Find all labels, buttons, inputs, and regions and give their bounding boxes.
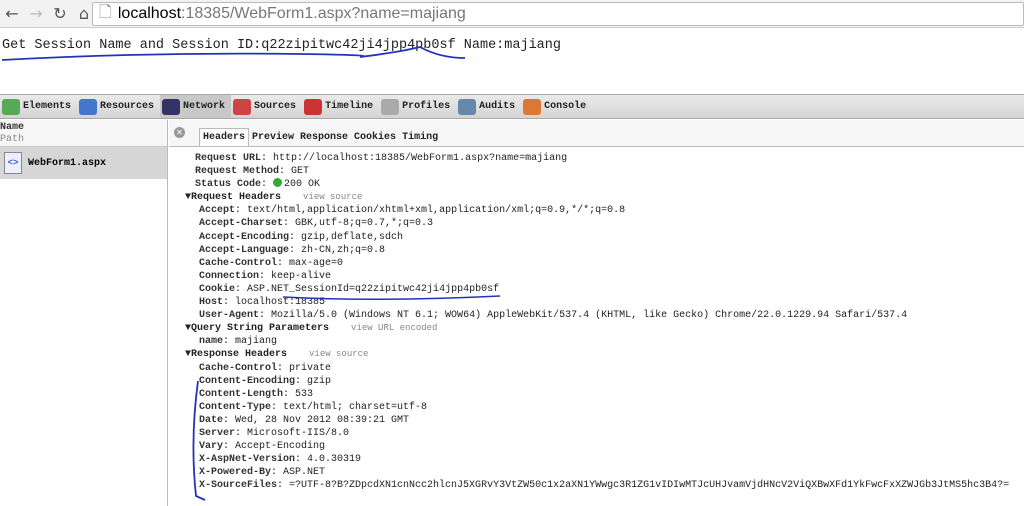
header-row: Cache-Control: private (199, 362, 332, 374)
header-row: Cache-Control: max-age=0 (199, 257, 344, 269)
header-row: Accept-Language: zh-CN,zh;q=0.8 (199, 244, 386, 256)
view-source-link[interactable]: view source (303, 192, 362, 202)
header-row: Content-Type: text/html; charset=utf-8 (199, 401, 428, 413)
tool-network[interactable]: Network (160, 95, 232, 118)
header-row: Request URL: http://localhost:18385/WebF… (195, 153, 568, 164)
header-row: Accept-Encoding: gzip,deflate,sdch (199, 231, 404, 243)
path-column-header[interactable]: Path (0, 134, 167, 146)
reload-icon[interactable]: ↻ (48, 4, 72, 23)
response-headers-section[interactable]: ▼Response Headers view source (169, 348, 1009, 361)
audits-icon (458, 98, 477, 115)
header-row: Connection: keep-alive (199, 270, 332, 282)
forward-icon[interactable]: → (24, 4, 48, 23)
elements-icon (2, 98, 20, 115)
network-icon (162, 98, 181, 115)
tab-response[interactable]: Response (297, 129, 351, 146)
header-row: Cookie: ASP.NET_SessionId=q22zipitwc42ji… (199, 283, 500, 295)
tab-cookies[interactable]: Cookies (351, 129, 399, 146)
header-row: Accept-Charset: GBK,utf-8;q=0.7,*;q=0.3 (199, 218, 434, 230)
header-row: User-Agent: Mozilla/5.0 (Windows NT 6.1;… (199, 310, 908, 322)
header-row: Content-Encoding: gzip (199, 375, 332, 387)
header-row: name: majiang (199, 336, 278, 348)
tab-timing[interactable]: Timing (399, 129, 441, 146)
tool-audits[interactable]: Audits (456, 95, 521, 118)
browser-toolbar: ← → ↻ ⌂ 🗋 localhost:18385/WebForm1.aspx?n… (0, 0, 1024, 28)
resources-icon (79, 98, 98, 115)
header-row: Host: localhost:18385 (199, 297, 326, 309)
tab-preview[interactable]: Preview (249, 129, 297, 146)
header-row: Accept: text/html,application/xhtml+xml,… (199, 205, 626, 217)
header-row: X-SourceFiles: =?UTF-8?B?ZDpcdXN1cnNcc2h… (199, 480, 1010, 492)
request-row[interactable]: <> WebForm1.aspx (0, 147, 167, 179)
header-row: Server: Microsoft-IIS/8.0 (199, 427, 350, 439)
html-file-icon: <> (4, 152, 22, 174)
back-icon[interactable]: ← (0, 4, 24, 23)
header-row: X-AspNet-Version: 4.0.30319 (199, 454, 362, 466)
tool-timeline[interactable]: Timeline (302, 95, 379, 118)
page-content: Get Session Name and Session ID:q22zipit… (2, 38, 561, 53)
view-source-link[interactable]: view source (309, 349, 368, 359)
tool-sources[interactable]: Sources (231, 95, 302, 118)
address-bar[interactable]: 🗋 localhost:18385/WebForm1.aspx?name=maji… (92, 2, 1024, 26)
tool-console[interactable]: Console (521, 95, 592, 118)
name-column-header[interactable]: Name (0, 122, 167, 134)
view-url-encoded-link[interactable]: view URL encoded (351, 323, 437, 333)
network-request-list: Name Path <> WebForm1.aspx (0, 120, 168, 506)
header-row: Request Method: GET (195, 166, 310, 178)
sources-icon (233, 98, 252, 115)
status-ok-icon (273, 178, 283, 188)
request-details: ✕ Headers Preview Response Cookies Timing Req… (169, 120, 1024, 506)
header-row: Content-Length: 533 (199, 388, 314, 400)
tool-resources[interactable]: Resources (77, 95, 160, 118)
close-icon[interactable]: ✕ (174, 127, 185, 138)
page-icon: 🗋 (99, 3, 112, 21)
tool-elements[interactable]: Elements (0, 95, 77, 118)
timeline-icon (304, 98, 323, 115)
header-row: X-Powered-By: ASP.NET (199, 467, 326, 479)
console-icon (523, 98, 542, 115)
header-row: Vary: Accept-Encoding (199, 441, 326, 453)
query-section[interactable]: ▼Query String Parameters view URL encoded (169, 322, 1009, 335)
header-row: Date: Wed, 28 Nov 2012 08:39:21 GMT (199, 414, 410, 426)
header-row: Status Code: 200 OK (195, 178, 321, 191)
devtools-toolbar: Elements Resources Network Sources Timeline P… (0, 94, 1024, 119)
profiles-icon (381, 98, 400, 115)
tab-headers[interactable]: Headers (199, 128, 250, 146)
request-headers-section[interactable]: ▼Request Headers view source (169, 191, 1009, 204)
tool-profiles[interactable]: Profiles (379, 95, 456, 118)
